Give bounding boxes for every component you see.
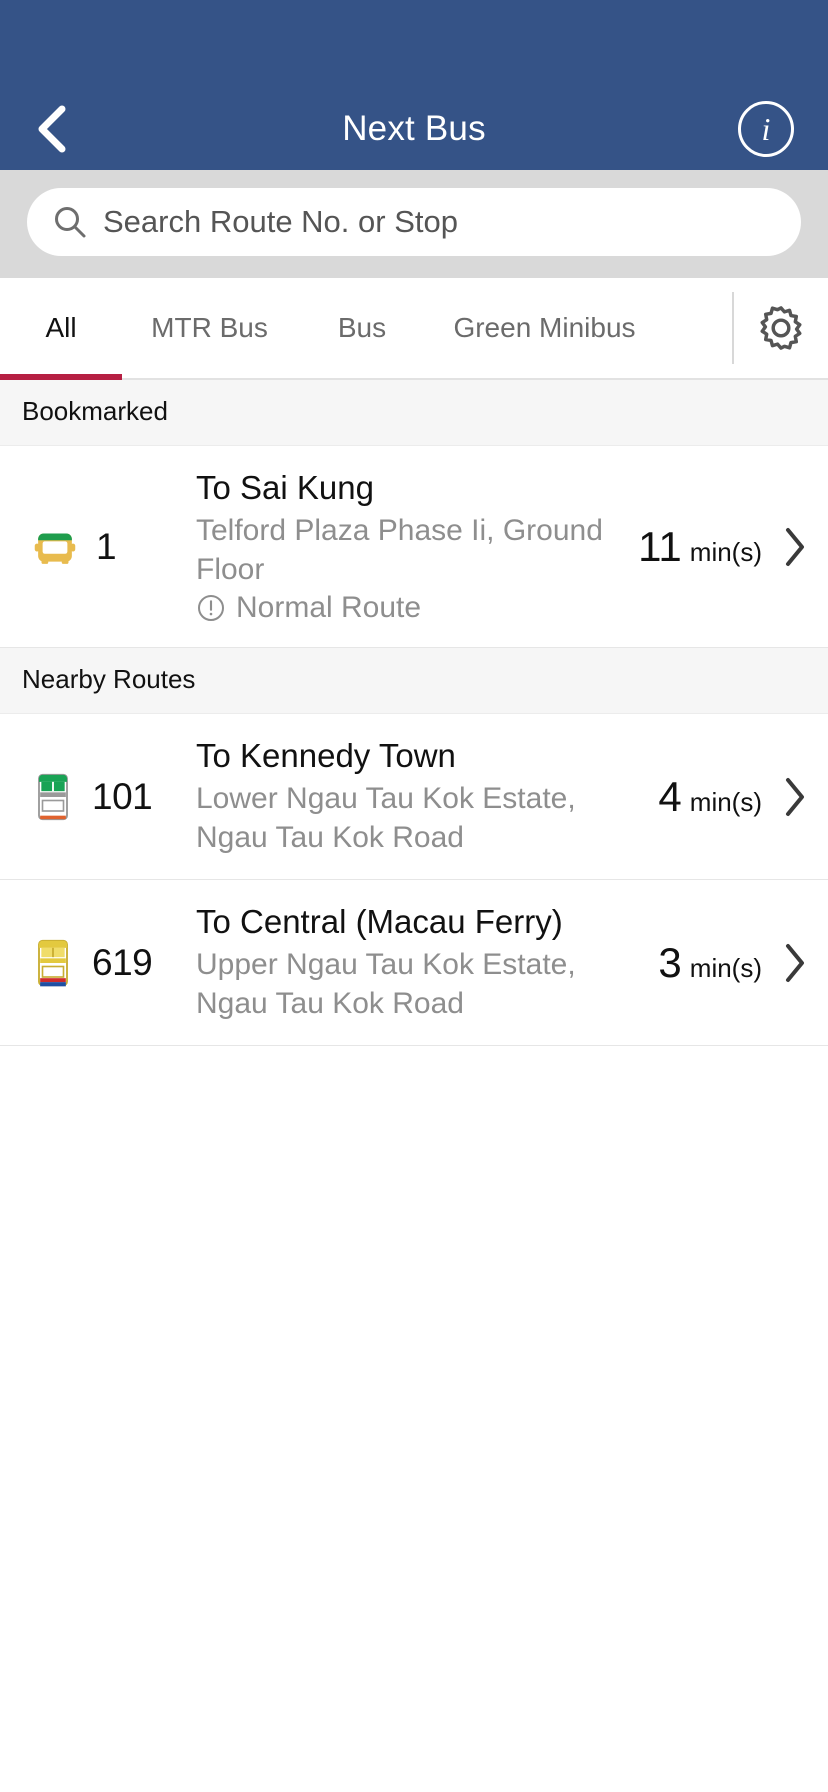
chevron-left-icon (38, 105, 66, 153)
search-bar[interactable] (27, 188, 801, 256)
exclamation-circle-icon (197, 595, 225, 622)
tab-green-minibus-label: Green Minibus (453, 312, 636, 343)
eta-unit: min(s) (689, 786, 762, 817)
row-details: To Sai Kung Telford Plaza Phase Ii, Grou… (196, 468, 638, 625)
section-header-bookmarked: Bookmarked (0, 380, 828, 446)
route-stop: Upper Ngau Tau Kok Estate, Ngau Tau Kok … (196, 948, 576, 1020)
gear-icon (760, 306, 802, 350)
tab-green-minibus[interactable]: Green Minibus (427, 278, 662, 378)
chevron-right-icon (786, 777, 804, 816)
row-route-identity: 101 (28, 769, 196, 825)
search-area (0, 170, 828, 278)
status-bar (0, 0, 828, 88)
route-destination: To Central (Macau Ferry) (196, 903, 563, 941)
navigation-bar: Next Bus i (0, 88, 828, 170)
table-row[interactable]: 1 To Sai Kung Telford Plaza Phase Ii, Gr… (0, 446, 828, 649)
table-row[interactable]: 101 To Kennedy Town Lower Ngau Tau Kok E… (0, 714, 828, 881)
tab-list: All MTR Bus Bus Green Minibus (0, 278, 732, 380)
info-button[interactable]: i (738, 101, 794, 157)
tab-bus[interactable]: Bus (297, 278, 427, 378)
route-destination: To Sai Kung (196, 469, 374, 506)
tab-mtr-bus-label: MTR Bus (151, 312, 268, 343)
settings-button[interactable] (734, 278, 828, 378)
row-details: To Central (Macau Ferry) Upper Ngau Tau … (196, 902, 658, 1023)
route-notice: Normal Route (196, 591, 620, 625)
eta-value: 3 (658, 938, 682, 986)
back-button[interactable] (34, 103, 86, 155)
route-notice-label: Normal Route (236, 591, 422, 625)
route-eta: 3 min(s) (658, 939, 768, 987)
route-number: 1 (96, 525, 117, 567)
info-glyph: i (761, 110, 771, 147)
tab-all[interactable]: All (0, 278, 122, 380)
route-number: 101 (92, 775, 153, 817)
tab-all-label: All (45, 312, 77, 343)
eta-value: 11 (638, 522, 682, 570)
row-details: To Kennedy Town Lower Ngau Tau Kok Estat… (196, 736, 658, 857)
route-number: 619 (92, 941, 153, 983)
eta-value: 4 (658, 772, 682, 820)
filter-tab-bar: All MTR Bus Bus Green Minibus (0, 278, 828, 380)
row-disclosure[interactable] (782, 941, 808, 985)
green-minibus-icon (34, 533, 76, 564)
eta-unit: min(s) (689, 536, 762, 567)
tab-bus-label: Bus (337, 312, 387, 343)
section-header-nearby-routes: Nearby Routes (0, 648, 828, 715)
eta-unit: min(s) (689, 952, 762, 983)
row-disclosure[interactable] (782, 525, 808, 569)
route-eta: 11 min(s) (638, 523, 768, 571)
search-input[interactable] (103, 204, 775, 240)
route-list: Bookmarked 1 To Sai Kung Telford Plaza P… (0, 380, 828, 1792)
row-disclosure[interactable] (782, 775, 808, 819)
route-stop: Lower Ngau Tau Kok Estate, Ngau Tau Kok … (196, 782, 576, 854)
row-route-identity: 1 (28, 520, 196, 574)
yellow-double-decker-bus-icon (38, 939, 68, 986)
page-title: Next Bus (342, 109, 486, 148)
chevron-right-icon (786, 943, 804, 982)
green-double-decker-bus-icon (38, 773, 68, 820)
route-eta: 4 min(s) (658, 773, 768, 821)
app-screen: Next Bus i All MTR Bus Bus Green Mi (0, 0, 828, 1792)
tab-mtr-bus[interactable]: MTR Bus (122, 278, 297, 378)
search-icon (55, 207, 86, 238)
route-stop: Telford Plaza Phase Ii, Ground Floor (196, 514, 603, 586)
route-destination: To Kennedy Town (196, 737, 456, 775)
row-route-identity: 619 (28, 935, 196, 991)
chevron-right-icon (786, 527, 804, 566)
table-row[interactable]: 619 To Central (Macau Ferry) Upper Ngau … (0, 880, 828, 1047)
